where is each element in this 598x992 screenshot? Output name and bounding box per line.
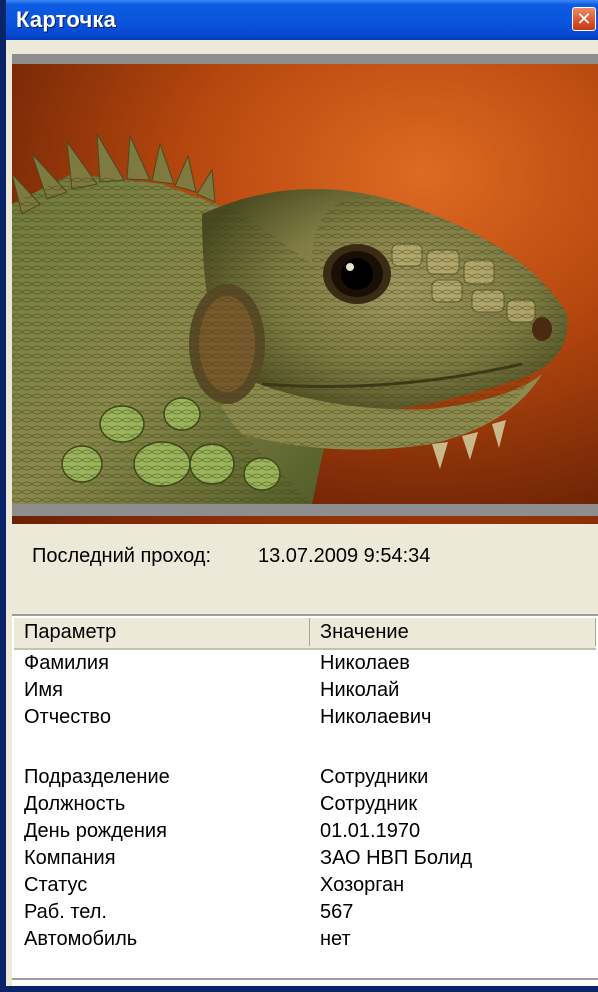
table-row[interactable]: Должность Сотрудник — [12, 793, 594, 820]
window-title: Карточка — [16, 7, 117, 32]
last-pass-value: 13.07.2009 9:54:34 — [258, 545, 431, 567]
grid-bottom-divider — [12, 978, 598, 980]
row-param: Имя — [24, 679, 63, 701]
employee-photo — [12, 64, 598, 524]
row-value: Сотрудник — [320, 793, 418, 815]
column-header-parameter[interactable]: Параметр — [14, 618, 310, 646]
row-value: 567 — [320, 901, 354, 923]
last-pass-label: Последний проход: — [32, 545, 212, 567]
table-row-empty[interactable] — [12, 733, 594, 760]
row-param: Отчество — [24, 706, 111, 728]
row-value: Николаевич — [320, 706, 432, 728]
table-row[interactable]: Подразделение Сотрудники — [12, 766, 594, 793]
iguana-illustration — [12, 64, 598, 504]
row-param: Подразделение — [24, 766, 170, 788]
grid-header: Параметр Значение — [14, 618, 596, 650]
table-row[interactable]: Компания ЗАО НВП Болид — [12, 847, 594, 874]
close-button[interactable]: ✕ — [572, 7, 596, 31]
table-row[interactable]: День рождения 01.01.1970 — [12, 820, 594, 847]
column-header-value[interactable]: Значение — [310, 618, 596, 646]
client-area: Последний проход: 13.07.2009 9:54:34 Пар… — [12, 40, 598, 986]
parameters-grid[interactable]: Параметр Значение Фамилия Николаев Имя Н… — [12, 614, 598, 986]
photo-bottom-divider — [12, 504, 598, 516]
close-icon: ✕ — [576, 9, 592, 29]
table-row[interactable]: Раб. тел. 567 — [12, 901, 594, 928]
row-value: Хозорган — [320, 874, 405, 896]
title-bar[interactable]: Карточка ✕ — [6, 0, 598, 40]
row-param: Компания — [24, 847, 116, 869]
card-window: Карточка ✕ Последний проход: 13.07.2009 … — [0, 0, 598, 992]
row-param: Фамилия — [24, 652, 109, 674]
row-value: Сотрудники — [320, 766, 429, 788]
row-value: нет — [320, 928, 351, 950]
row-param: День рождения — [24, 820, 167, 842]
row-value: 01.01.1970 — [320, 820, 421, 842]
row-param: Раб. тел. — [24, 901, 107, 923]
row-param: Должность — [24, 793, 126, 815]
table-row[interactable]: Статус Хозорган — [12, 874, 594, 901]
row-value: Николаев — [320, 652, 410, 674]
table-row[interactable]: Автомобиль нет — [12, 928, 594, 955]
row-param: Автомобиль — [24, 928, 138, 950]
row-value: ЗАО НВП Болид — [320, 847, 473, 869]
table-row[interactable]: Фамилия Николаев — [12, 652, 594, 679]
table-row[interactable]: Имя Николай — [12, 679, 594, 706]
row-param: Статус — [24, 874, 88, 896]
row-value: Николай — [320, 679, 400, 701]
table-row[interactable]: Отчество Николаевич — [12, 706, 594, 733]
